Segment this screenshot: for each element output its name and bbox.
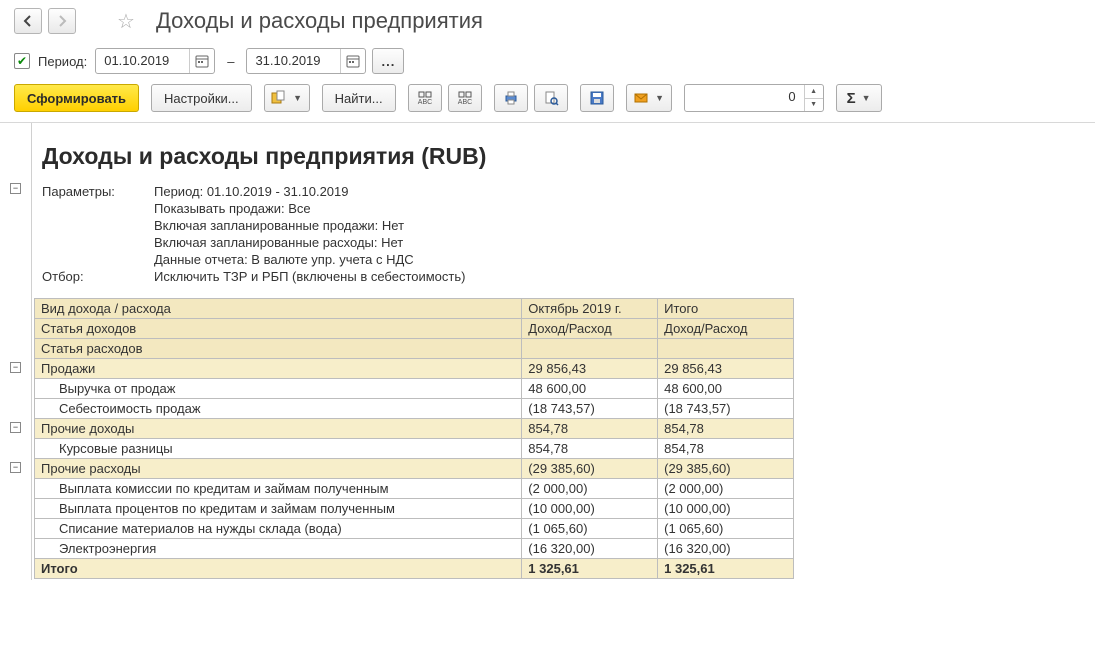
period-to-value[interactable]: 31.10.2019 [247, 49, 341, 73]
period-picker-button[interactable]: ... [372, 48, 404, 74]
sigma-button[interactable]: Σ ▼ [836, 84, 882, 112]
col-header: Статья расходов [35, 339, 522, 359]
row-name: Продажи [35, 359, 522, 379]
period-to-field[interactable]: 31.10.2019 [246, 48, 366, 74]
period-from-field[interactable]: 01.10.2019 [95, 48, 215, 74]
email-button[interactable]: ▼ [626, 84, 672, 112]
row-name: Выплата комиссии по кредитам и займам по… [35, 479, 522, 499]
row-name: Прочие расходы [35, 459, 522, 479]
row-name: Выплата процентов по кредитам и займам п… [35, 499, 522, 519]
favorite-star-icon[interactable]: ☆ [112, 8, 140, 34]
param-line: Включая запланированные расходы: Нет [154, 235, 1085, 250]
row-value: (29 385,60) [522, 459, 658, 479]
row-name: Электроэнергия [35, 539, 522, 559]
row-value: 29 856,43 [522, 359, 658, 379]
row-value: (1 065,60) [522, 519, 658, 539]
row-value: 29 856,43 [658, 359, 794, 379]
expand-all-button[interactable]: ABC [408, 84, 442, 112]
spin-up-button[interactable]: ▲ [805, 85, 823, 99]
svg-text:ABC: ABC [457, 99, 471, 106]
row-value: 48 600,00 [522, 379, 658, 399]
period-label: Период: [38, 54, 87, 69]
period-from-value[interactable]: 01.10.2019 [96, 49, 190, 73]
col-header: Доход/Расход [658, 319, 794, 339]
nav-back-button[interactable] [14, 8, 42, 34]
generate-button[interactable]: Сформировать [14, 84, 139, 112]
row-value: 1 325,61 [658, 559, 794, 579]
row-value: (18 743,57) [658, 399, 794, 419]
collapse-all-button[interactable]: ABC [448, 84, 482, 112]
preview-button[interactable] [534, 84, 568, 112]
col-header: Октябрь 2019 г. [522, 299, 658, 319]
param-line: Показывать продажи: Все [154, 201, 1085, 216]
outline-gutter: − − − − [0, 123, 32, 580]
row-value: (1 065,60) [658, 519, 794, 539]
period-dash: – [227, 54, 234, 69]
row-value: (2 000,00) [658, 479, 794, 499]
calendar-icon[interactable] [341, 49, 365, 73]
param-line: Период: 01.10.2019 - 31.10.2019 [154, 184, 1085, 199]
col-header: Статья доходов [35, 319, 522, 339]
row-name: Итого [35, 559, 522, 579]
row-value: 854,78 [658, 419, 794, 439]
row-name: Выручка от продаж [35, 379, 522, 399]
row-value: 854,78 [658, 439, 794, 459]
row-value: (16 320,00) [522, 539, 658, 559]
chevron-down-icon: ▼ [862, 93, 871, 103]
find-button[interactable]: Найти... [322, 84, 396, 112]
filter-label: Отбор: [42, 269, 154, 284]
chevron-down-icon: ▼ [293, 93, 302, 103]
page-title: Доходы и расходы предприятия [156, 8, 483, 34]
collapse-toggle[interactable]: − [10, 362, 21, 373]
row-value: (18 743,57) [522, 399, 658, 419]
col-header: Вид дохода / расхода [35, 299, 522, 319]
row-value: (29 385,60) [658, 459, 794, 479]
col-header: Итого [658, 299, 794, 319]
row-name: Себестоимость продаж [35, 399, 522, 419]
filter-line: Исключить ТЗР и РБП (включены в себестои… [154, 269, 1085, 284]
print-button[interactable] [494, 84, 528, 112]
row-value: (2 000,00) [522, 479, 658, 499]
variants-button[interactable]: ▼ [264, 84, 310, 112]
save-button[interactable] [580, 84, 614, 112]
period-checkbox[interactable]: ✔ [14, 53, 30, 69]
row-value: 48 600,00 [658, 379, 794, 399]
row-name: Прочие доходы [35, 419, 522, 439]
col-header: Доход/Расход [522, 319, 658, 339]
row-value: 854,78 [522, 439, 658, 459]
row-value: 854,78 [522, 419, 658, 439]
sum-field[interactable]: 0 ▲ ▼ [684, 84, 824, 112]
row-value: 1 325,61 [522, 559, 658, 579]
collapse-toggle[interactable]: − [10, 183, 21, 194]
collapse-toggle[interactable]: − [10, 422, 21, 433]
row-value: (10 000,00) [658, 499, 794, 519]
settings-button[interactable]: Настройки... [151, 84, 252, 112]
row-name: Курсовые разницы [35, 439, 522, 459]
params-label: Параметры: [42, 184, 154, 199]
row-value: (10 000,00) [522, 499, 658, 519]
collapse-toggle[interactable]: − [10, 462, 21, 473]
report-table: Вид дохода / расхода Октябрь 2019 г. Ито… [34, 298, 794, 579]
chevron-down-icon: ▼ [655, 93, 664, 103]
calendar-icon[interactable] [190, 49, 214, 73]
param-line: Включая запланированные продажи: Нет [154, 218, 1085, 233]
row-name: Списание материалов на нужды склада (вод… [35, 519, 522, 539]
row-value: (16 320,00) [658, 539, 794, 559]
sum-value[interactable]: 0 [685, 85, 805, 111]
nav-forward-button[interactable] [48, 8, 76, 34]
param-line: Данные отчета: В валюте упр. учета с НДС [154, 252, 1085, 267]
report-title: Доходы и расходы предприятия (RUB) [32, 123, 1095, 184]
spin-down-button[interactable]: ▼ [805, 99, 823, 112]
svg-text:ABC: ABC [417, 99, 431, 106]
